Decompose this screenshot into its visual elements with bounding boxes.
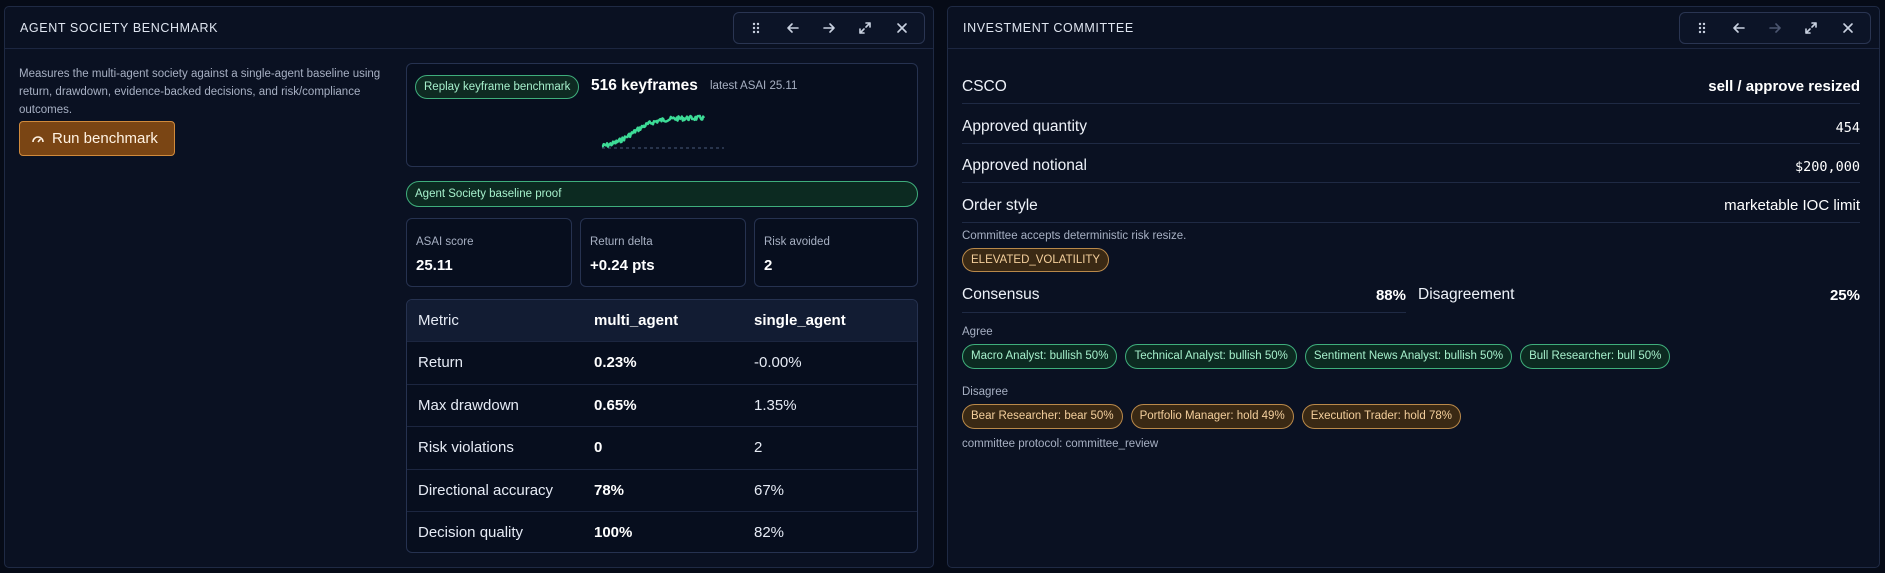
agree-chip: Bull Researcher: bull 50% xyxy=(1520,344,1671,369)
panel-toolbar xyxy=(733,12,925,44)
run-benchmark-button[interactable]: Run benchmark xyxy=(19,121,175,156)
stat-label: Risk avoided xyxy=(764,236,830,248)
investment-committee-panel: INVESTMENT COMMITTEE CSCO sell / approve… xyxy=(947,6,1880,568)
keyframe-count: 516 keyframes xyxy=(591,77,698,94)
latest-asai: latest ASAI 25.11 xyxy=(710,80,798,92)
stat-card-asai: ASAI score 25.11 xyxy=(406,218,572,287)
approved-notional-label: Approved notional xyxy=(962,157,1087,174)
table-cell: -0.00% xyxy=(754,354,802,372)
ticker-symbol: CSCO xyxy=(962,78,1007,95)
table-header-row: Metric multi_agent single_agent xyxy=(407,300,917,343)
consensus-block: Consensus 88% xyxy=(962,281,1406,313)
disagreement-label: Disagreement xyxy=(1418,286,1515,303)
panel-header: AGENT SOCIETY BENCHMARK xyxy=(5,7,933,49)
agree-label: Agree xyxy=(962,326,993,338)
drag-handle-icon[interactable] xyxy=(741,14,771,42)
replay-card: Replay keyframe benchmark 516 keyframes … xyxy=(406,63,918,167)
table-cell: Decision quality xyxy=(418,524,524,541)
committee-protocol: committee protocol: committee_review xyxy=(962,438,1159,450)
table-row: Return 0.23% -0.00% xyxy=(407,342,917,385)
stat-value: 2 xyxy=(764,257,773,274)
stat-card-return-delta: Return delta +0.24 pts xyxy=(580,218,746,287)
table-cell: 0.23% xyxy=(594,354,637,372)
disagreement-block: Disagreement 25% xyxy=(1418,281,1860,313)
table-cell: 78% xyxy=(594,481,625,499)
run-benchmark-label: Run benchmark xyxy=(52,130,158,147)
benchmark-description: Measures the multi-agent society against… xyxy=(19,68,381,116)
stat-label: Return delta xyxy=(590,236,653,248)
approved-notional-row: Approved notional $200,000 xyxy=(962,151,1860,183)
approved-quantity-row: Approved quantity 454 xyxy=(962,112,1860,144)
table-cell: 67% xyxy=(754,481,785,499)
asai-sparkline xyxy=(601,114,724,149)
replay-keyframe-button[interactable]: Replay keyframe benchmark xyxy=(415,75,580,99)
panel-title: AGENT SOCIETY BENCHMARK xyxy=(20,21,219,35)
volatility-badge: ELEVATED_VOLATILITY xyxy=(962,248,1110,272)
stat-label: ASAI score xyxy=(416,236,474,248)
table-cell: 0 xyxy=(594,439,603,457)
agent-society-benchmark-panel: AGENT SOCIETY BENCHMARK Measures the mul… xyxy=(4,6,934,568)
disagree-chip: Portfolio Manager: hold 49% xyxy=(1130,404,1294,429)
panel-title: INVESTMENT COMMITTEE xyxy=(963,21,1134,35)
close-icon[interactable] xyxy=(1833,14,1863,42)
order-style-value: marketable IOC limit xyxy=(1724,197,1860,214)
arrow-right-icon[interactable] xyxy=(1760,14,1790,42)
column-header: Metric xyxy=(418,312,459,329)
approved-quantity-label: Approved quantity xyxy=(962,118,1087,135)
disagree-chip: Execution Trader: hold 78% xyxy=(1301,404,1461,429)
expand-icon[interactable] xyxy=(1796,14,1826,42)
stat-value: +0.24 pts xyxy=(590,257,655,274)
arrow-left-icon[interactable] xyxy=(1724,14,1754,42)
table-row: Directional accuracy 78% 67% xyxy=(407,470,917,512)
consensus-value: 88% xyxy=(1375,287,1406,304)
agree-chip: Macro Analyst: bullish 50% xyxy=(962,344,1118,369)
table-cell: 2 xyxy=(754,439,763,457)
table-row: Decision quality 100% 82% xyxy=(407,512,917,552)
order-style-row: Order style marketable IOC limit xyxy=(962,191,1860,223)
arrow-right-icon[interactable] xyxy=(814,14,844,42)
gauge-icon xyxy=(32,135,44,143)
table-cell: 100% xyxy=(594,524,633,541)
order-style-label: Order style xyxy=(962,197,1038,214)
panel-header: INVESTMENT COMMITTEE xyxy=(948,7,1879,49)
table-cell: Max drawdown xyxy=(418,396,519,414)
table-cell: Directional accuracy xyxy=(418,481,554,499)
column-header: single_agent xyxy=(754,312,846,329)
table-row: Max drawdown 0.65% 1.35% xyxy=(407,385,917,428)
disagree-chip-list: Bear Researcher: bear 50% Portfolio Manag… xyxy=(962,404,1461,429)
agree-chip-list: Macro Analyst: bullish 50% Technical Anal… xyxy=(962,344,1671,369)
table-cell: Return xyxy=(418,354,464,372)
drag-handle-icon[interactable] xyxy=(1687,14,1717,42)
table-cell: Risk violations xyxy=(418,439,514,457)
decision-value: sell / approve resized xyxy=(1708,78,1860,95)
arrow-left-icon[interactable] xyxy=(778,14,808,42)
agree-chip: Technical Analyst: bullish 50% xyxy=(1125,344,1297,369)
table-cell: 82% xyxy=(754,524,785,541)
disagreement-value: 25% xyxy=(1829,287,1860,304)
panel-toolbar xyxy=(1679,12,1871,44)
stat-value: 25.11 xyxy=(416,257,453,274)
approved-notional-value: $200,000 xyxy=(1794,159,1860,175)
metric-table: Metric multi_agent single_agent Return 0.23%… xyxy=(406,299,918,553)
stat-card-risk-avoided: Risk avoided 2 xyxy=(754,218,918,287)
baseline-proof-badge: Agent Society baseline proof xyxy=(406,181,918,207)
agree-chip: Sentiment News Analyst: bullish 50% xyxy=(1304,344,1513,369)
table-cell: 0.65% xyxy=(594,396,637,414)
resize-note: Committee accepts deterministic risk res… xyxy=(962,230,1187,242)
table-cell: 1.35% xyxy=(754,396,797,414)
consensus-label: Consensus xyxy=(962,286,1040,303)
disagree-chip: Bear Researcher: bear 50% xyxy=(962,404,1123,429)
expand-icon[interactable] xyxy=(850,14,880,42)
close-icon[interactable] xyxy=(887,14,917,42)
table-row: Risk violations 0 2 xyxy=(407,427,917,470)
approved-quantity-value: 454 xyxy=(1835,120,1860,136)
ticker-row: CSCO sell / approve resized xyxy=(962,72,1860,104)
disagree-label: Disagree xyxy=(962,386,1009,398)
column-header: multi_agent xyxy=(594,312,679,329)
